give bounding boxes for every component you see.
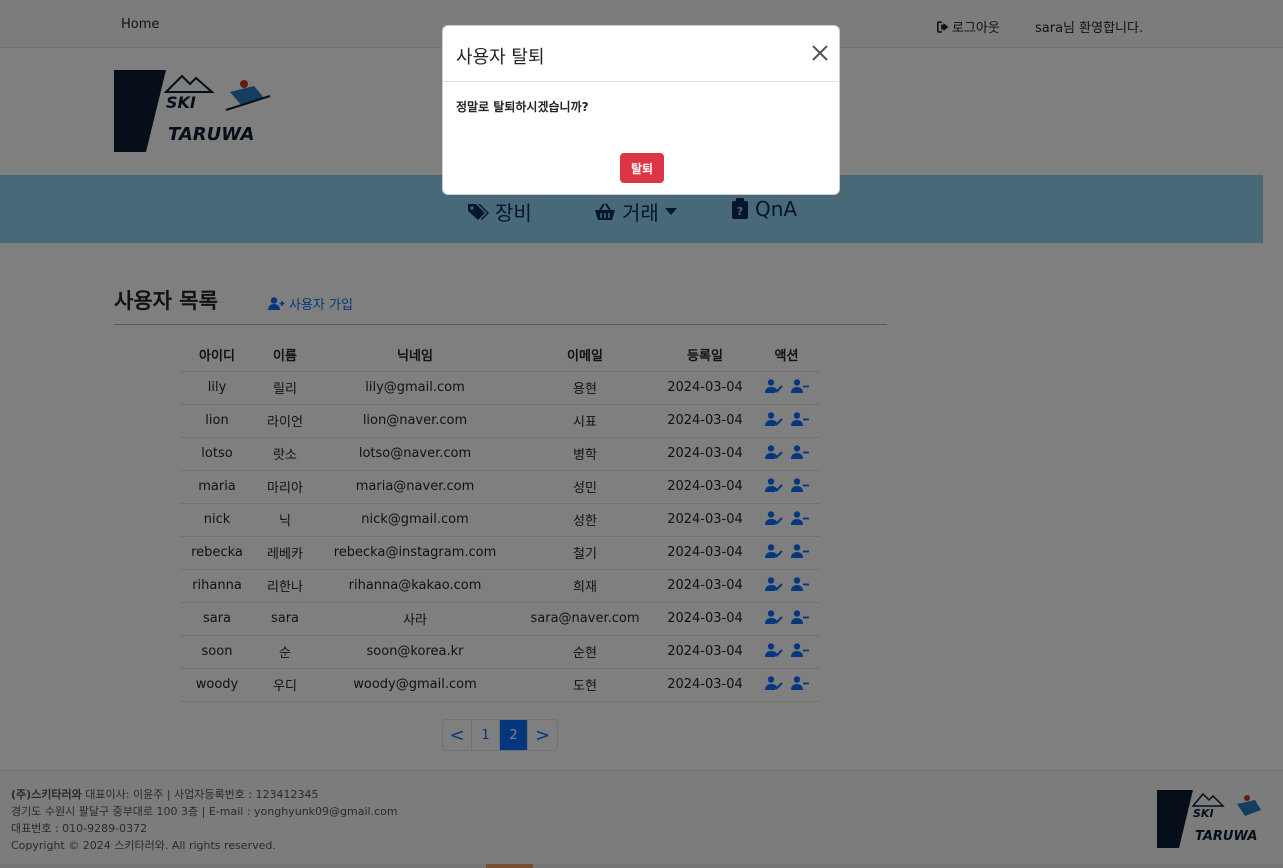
withdraw-confirm-button[interactable]: 탈퇴	[620, 153, 664, 183]
withdraw-modal: 사용자 탈퇴 정말로 탈퇴하시겠습니까? 탈퇴	[442, 25, 840, 195]
modal-message: 정말로 탈퇴하시겠습니까?	[456, 100, 589, 114]
modal-header: 사용자 탈퇴	[443, 26, 839, 82]
close-icon[interactable]	[811, 44, 829, 62]
modal-title: 사용자 탈퇴	[456, 47, 545, 68]
